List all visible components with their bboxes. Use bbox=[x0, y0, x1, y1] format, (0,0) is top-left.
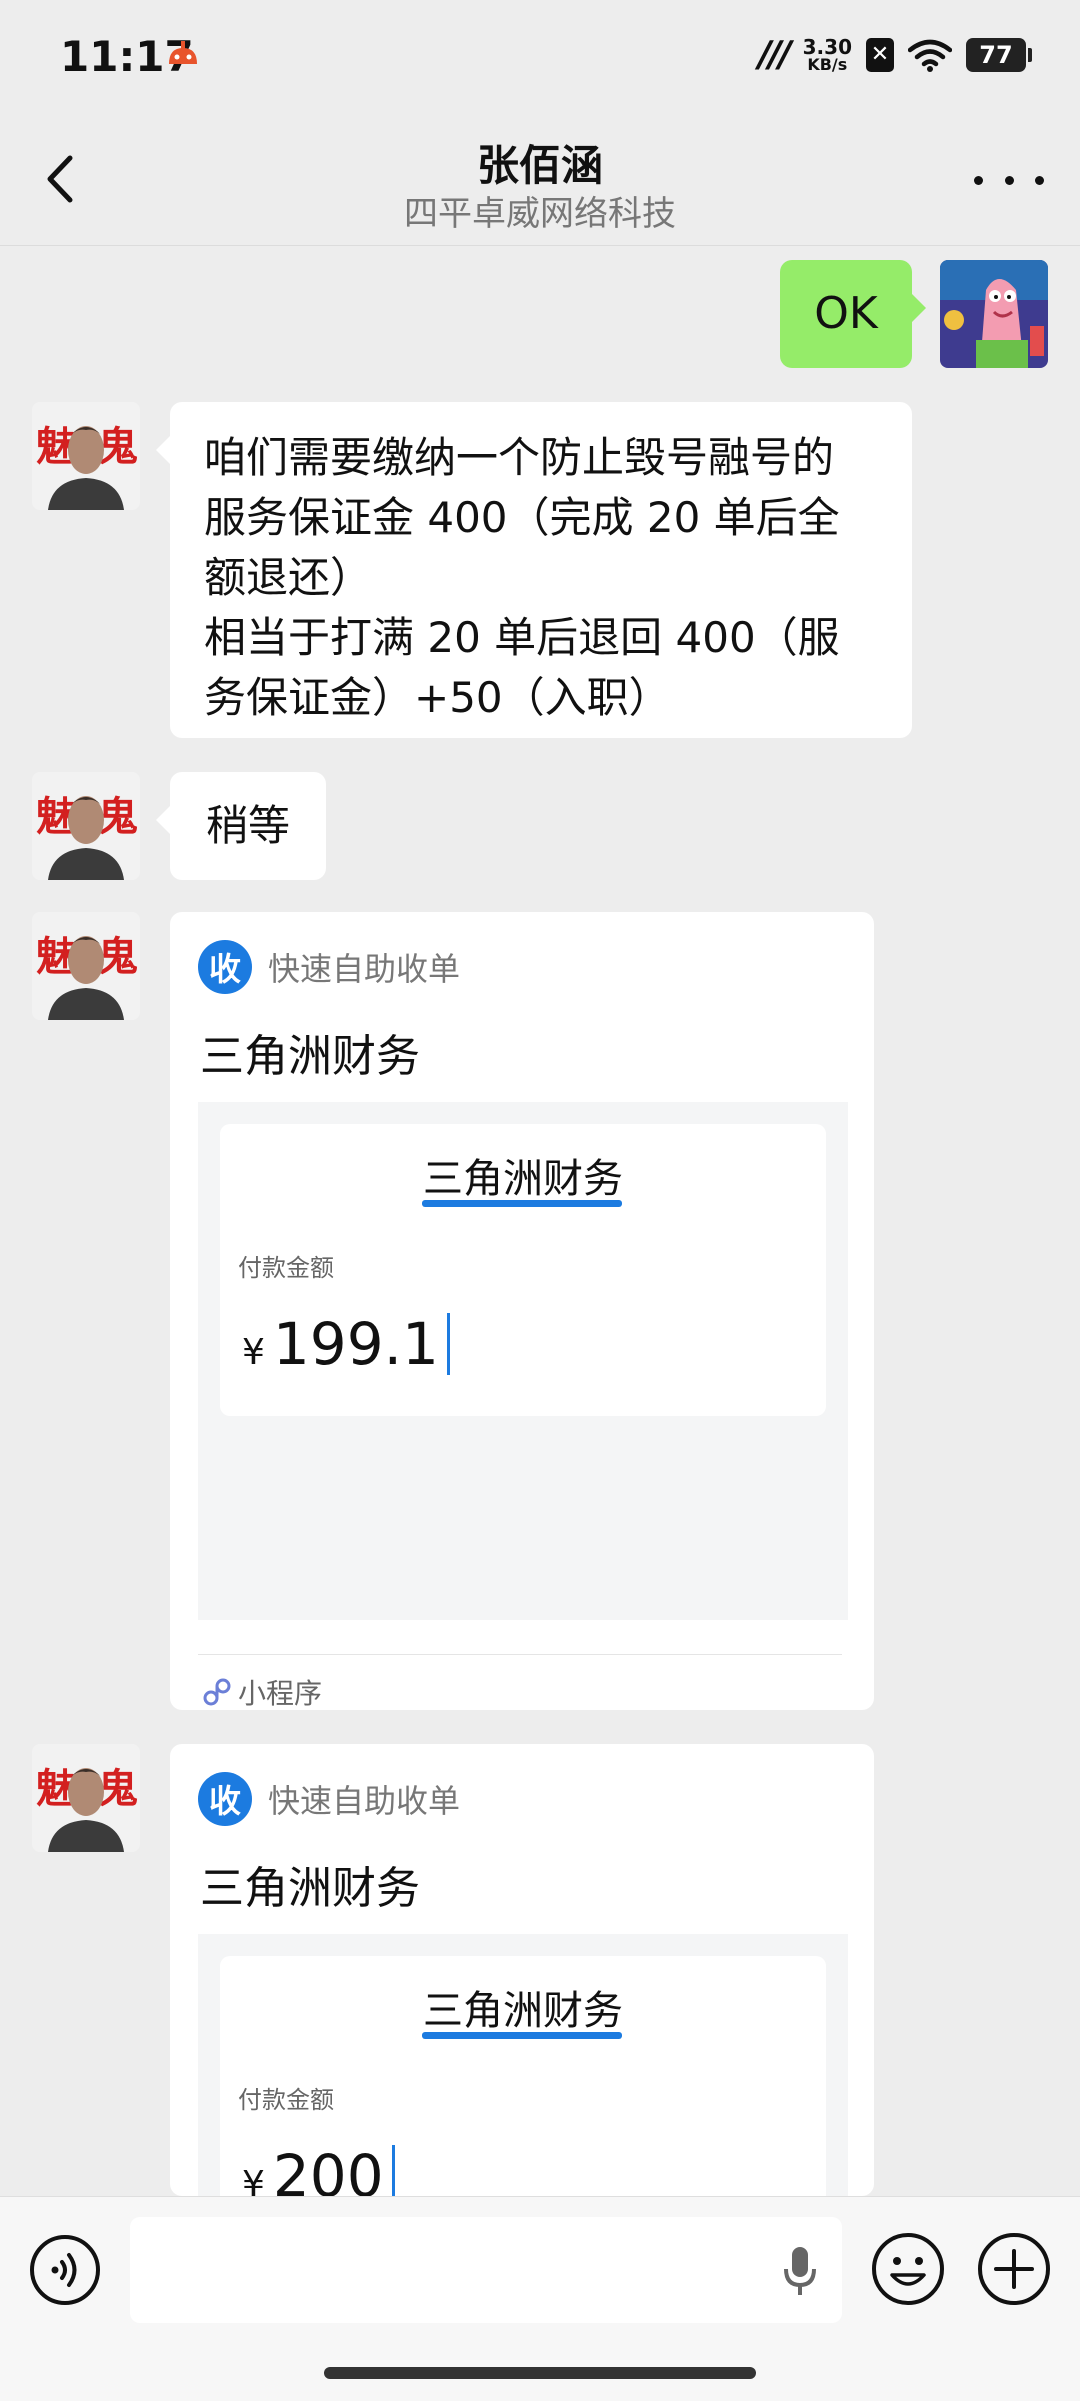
amount-row: ¥ 199.1 bbox=[242, 1310, 450, 1378]
message-text: 稍等 bbox=[205, 801, 290, 850]
message-line: 务保证金）+50（入职） bbox=[204, 673, 671, 722]
chat-title: 张佰涵 bbox=[476, 141, 603, 190]
svg-text:鬼: 鬼 bbox=[98, 933, 138, 980]
message-text: OK bbox=[814, 288, 878, 339]
received-message-bubble[interactable]: 稍等 bbox=[156, 772, 326, 880]
plus-button[interactable] bbox=[976, 2231, 1052, 2307]
payment-app-icon: 收 bbox=[198, 940, 252, 994]
app-name: 快速自助收单 bbox=[268, 950, 461, 988]
message-input-bar bbox=[0, 2196, 1080, 2401]
card-preview: 三角洲财务 付款金额 ¥ 200 bbox=[198, 1934, 848, 2196]
svg-text:鬼: 鬼 bbox=[98, 793, 138, 840]
card-preview: 三角洲财务 付款金额 ¥ 199.1 bbox=[198, 1102, 848, 1620]
card-title: 三角洲财务 bbox=[200, 1863, 420, 1914]
voice-mode-button[interactable] bbox=[28, 2233, 102, 2307]
dot-icon bbox=[974, 175, 983, 185]
dot-icon bbox=[1035, 175, 1044, 185]
text-caret bbox=[446, 1313, 450, 1375]
chat-header: 张佰涵 四平卓威网络科技 bbox=[0, 120, 1080, 246]
network-speed: 3.30 KB/s bbox=[802, 34, 852, 74]
chat-subtitle: 四平卓威网络科技 bbox=[404, 194, 676, 234]
merchant-name: 三角洲财务 bbox=[423, 1156, 623, 1202]
dot-icon bbox=[1004, 175, 1014, 185]
received-message-bubble[interactable]: 咱们需要缴纳一个防止毁号融号的 服务保证金 400（完成 20 单后全 额退还）… bbox=[156, 402, 912, 738]
message-line: 额退还） bbox=[204, 553, 373, 602]
message-line: 服务保证金 400（完成 20 单后全 bbox=[204, 493, 840, 542]
amount-value: 199.1 bbox=[272, 1310, 439, 1378]
status-icons: /// 3.30 KB/s ✕ 77 bbox=[758, 34, 1032, 75]
tab-underline bbox=[422, 2032, 622, 2039]
sent-message-bubble[interactable]: OK bbox=[780, 260, 926, 368]
status-bar: 11:17 /// 3.30 KB/s ✕ 77 bbox=[0, 0, 1080, 120]
message-text-field[interactable] bbox=[130, 2217, 842, 2323]
my-avatar[interactable] bbox=[940, 260, 1048, 368]
payment-panel: 三角洲财务 付款金额 ¥ 199.1 bbox=[220, 1124, 826, 1416]
payment-app-icon: 收 bbox=[198, 1772, 252, 1826]
microphone-icon[interactable] bbox=[782, 2245, 818, 2297]
mini-program-label: 小程序 bbox=[238, 1677, 323, 1710]
more-options-button[interactable] bbox=[974, 160, 1044, 200]
close-box-icon: ✕ bbox=[866, 37, 894, 72]
amount-row: ¥ 200 bbox=[242, 2142, 395, 2196]
card-footer: 小程序 bbox=[202, 1672, 322, 1710]
contact-avatar[interactable]: 魅 鬼 bbox=[32, 772, 140, 880]
emoji-button[interactable] bbox=[870, 2231, 946, 2307]
svg-text:鬼: 鬼 bbox=[98, 1765, 138, 1812]
svg-text:鬼: 鬼 bbox=[98, 423, 138, 470]
currency-symbol: ¥ bbox=[242, 2164, 265, 2196]
amount-label: 付款金额 bbox=[238, 1254, 334, 1282]
amount-label: 付款金额 bbox=[238, 2086, 334, 2114]
mini-program-card[interactable]: 收 快速自助收单 三角洲财务 三角洲财务 付款金额 ¥ 199.1 小程序 bbox=[170, 912, 874, 1710]
message-line: 相当于打满 20 单后退回 400（服 bbox=[204, 613, 840, 662]
notification-app-icon bbox=[169, 41, 197, 64]
message-line: 咱们需要缴纳一个防止毁号融号的 bbox=[204, 433, 835, 482]
merchant-name: 三角洲财务 bbox=[423, 1988, 623, 2034]
wifi-icon bbox=[908, 39, 952, 72]
app-name: 快速自助收单 bbox=[268, 1782, 461, 1820]
battery-indicator: 77 bbox=[966, 37, 1032, 72]
card-header: 收 快速自助收单 bbox=[198, 1772, 460, 1826]
contact-avatar[interactable]: 魅 鬼 bbox=[32, 1744, 140, 1852]
mini-program-card[interactable]: 收 快速自助收单 三角洲财务 三角洲财务 付款金额 ¥ 200 bbox=[170, 1744, 874, 2196]
card-title: 三角洲财务 bbox=[200, 1031, 420, 1082]
payment-panel: 三角洲财务 付款金额 ¥ 200 bbox=[220, 1956, 826, 2196]
home-indicator[interactable] bbox=[324, 2367, 756, 2379]
card-divider bbox=[198, 1654, 842, 1655]
text-caret bbox=[391, 2145, 395, 2196]
currency-symbol: ¥ bbox=[242, 1332, 265, 1373]
mini-program-icon bbox=[203, 1678, 231, 1706]
contact-avatar[interactable]: 魅 鬼 bbox=[32, 402, 140, 510]
card-header: 收 快速自助收单 bbox=[198, 940, 460, 994]
tab-underline bbox=[422, 1200, 622, 1207]
cellular-signal-icon: /// bbox=[758, 34, 791, 75]
amount-value: 200 bbox=[272, 2142, 384, 2196]
contact-avatar[interactable]: 魅 鬼 bbox=[32, 912, 140, 1020]
